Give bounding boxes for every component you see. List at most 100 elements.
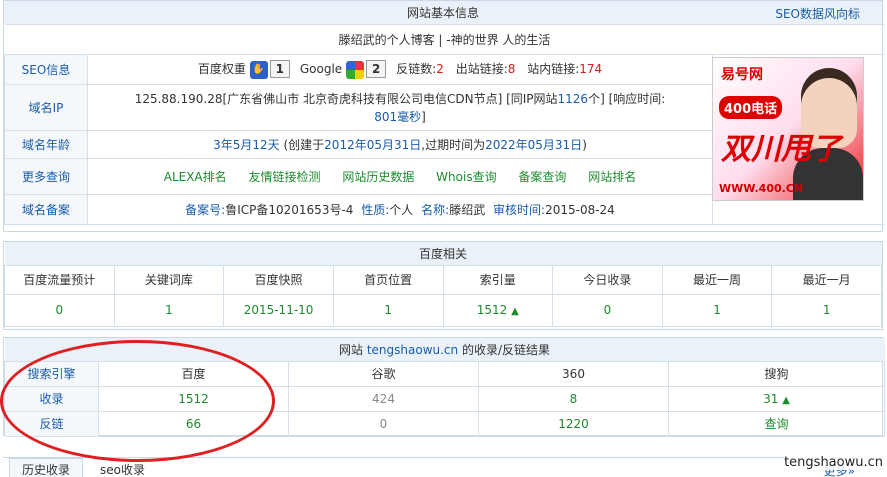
baidu-col-keywords: 关键词库 <box>113 264 225 295</box>
google-label: Google <box>299 62 343 77</box>
basic-info-title: 网站基本信息 <box>406 6 479 20</box>
sogou-index-cell: 31 ▲ <box>667 385 886 412</box>
up-arrow-icon: ▲ <box>782 394 790 406</box>
google-backlink-count[interactable]: 0 <box>288 410 479 437</box>
friend-link-check-link[interactable]: 友情链接检测 <box>248 170 320 184</box>
inlinks-value[interactable]: 174 <box>579 62 602 76</box>
icp-name: 滕绍武 <box>449 203 486 217</box>
icp-date: 2015-08-24 <box>545 203 615 217</box>
seo-info-row: 百度权重 ✋ 1 Google 2 反链数:2 出站链接:8 站内链接:174 <box>87 54 713 85</box>
alexa-rank-link[interactable]: ALEXA排名 <box>164 170 227 184</box>
baidu-week-value: 1 <box>661 293 773 327</box>
backlinks-label: 反链数: <box>396 62 437 77</box>
icp-name-label: 名称: <box>421 203 450 217</box>
baidu-weight-label: 百度权重 <box>197 62 246 77</box>
baidu-col-index: 索引量 <box>442 264 554 295</box>
more-query-row: ALEXA排名 友情链接检测 网站历史数据 Whois查询 备案查询 网站排名 <box>87 158 713 195</box>
icp-label: 域名备案 <box>4 194 88 225</box>
baidu-index-count[interactable]: 1512 <box>98 385 289 412</box>
baidu-index-value[interactable]: 1512 <box>477 303 508 317</box>
icp-row: 备案号:鲁ICP备10201653号-4 性质:个人 名称:滕绍武 审核时间:2… <box>87 194 713 225</box>
icp-nature: 个人 <box>389 203 414 217</box>
age-text-2: ,过期时间为 <box>421 138 486 152</box>
baidu-position-value: 1 <box>332 293 444 327</box>
domain-age-row: 3年5月12天 (创建于2012年05月31日,过期时间为2022年05月31日… <box>87 130 713 159</box>
site-title: 滕绍武的个人博客 | -神的世界 人的生活 <box>4 24 885 55</box>
watermark-text: tengshaowu.cn <box>784 455 883 470</box>
index-title-suffix: 的收录/反链结果 <box>461 342 551 357</box>
more-query-label: 更多查询 <box>4 158 88 195</box>
ad-brand: 易号网 <box>721 67 763 83</box>
outlinks-value[interactable]: 8 <box>508 62 516 76</box>
icp-number: 鲁ICP备10201653号-4 <box>225 203 354 217</box>
360-backlink-count[interactable]: 1220 <box>478 410 669 437</box>
icp-nature-label: 性质: <box>361 203 390 217</box>
baidu-panel: 百度相关 百度流量预计 关键词库 百度快照 首页位置 索引量 今日收录 最近一周… <box>3 241 883 330</box>
same-ip-count[interactable]: 1126 <box>558 92 589 106</box>
baidu-snapshot-value[interactable]: 2015-11-10 <box>223 293 334 327</box>
site-history-link[interactable]: 网站历史数据 <box>342 170 414 184</box>
tab-seo-index[interactable]: seo收录 <box>87 458 158 477</box>
google-pr-value[interactable]: 2 <box>366 60 387 79</box>
up-arrow-icon: ▲ <box>511 306 519 317</box>
sogou-index-count[interactable]: 31 <box>763 392 778 406</box>
google-index-count[interactable]: 424 <box>288 385 479 412</box>
tab-history-index[interactable]: 历史收录 <box>9 458 84 477</box>
baidu-col-snapshot: 百度快照 <box>223 264 334 295</box>
index-panel: 网站 tengshaowu.cn 的收录/反链结果 搜索引擎 百度 谷歌 360… <box>3 337 886 437</box>
ad-tel-badge: 400电话 <box>719 96 783 119</box>
baidu-col-traffic: 百度流量预计 <box>4 264 115 295</box>
engine-sogou: 搜狗 <box>667 360 886 387</box>
domain-age-label: 域名年龄 <box>4 130 88 159</box>
index-panel-header: 网站 tengshaowu.cn 的收录/反链结果 <box>4 338 885 361</box>
index-domain-link[interactable]: tengshaowu.cn <box>367 343 458 357</box>
baidu-panel-title: 百度相关 <box>418 246 467 261</box>
baidu-traffic-value: 0 <box>4 293 115 327</box>
baidu-col-position: 首页位置 <box>332 264 444 295</box>
engine-header: 搜索引擎 <box>4 360 99 387</box>
ip-text: 125.88.190.28[广东省佛山市 北京奇虎科技有限公司电信CDN节点] … <box>134 91 558 106</box>
icp-query-link[interactable]: 备案查询 <box>518 170 566 184</box>
inlinks-label: 站内链接: <box>527 62 580 77</box>
icp-no-label: 备案号: <box>185 203 226 217</box>
baidu-paw-icon: ✋ <box>249 60 268 79</box>
age-text-3: ) <box>582 138 587 152</box>
360-index-count[interactable]: 8 <box>478 385 669 412</box>
history-tabs: 历史收录 seo收录 更多» <box>3 457 883 477</box>
basic-info-header: 网站基本信息 <box>4 1 882 24</box>
response-time: 801毫秒 <box>374 109 422 124</box>
whois-link[interactable]: Whois查询 <box>436 170 496 184</box>
ad-url: WWW.400.CN <box>719 182 804 195</box>
baidu-today-value: 0 <box>552 293 663 327</box>
ad-headline: 双川甩了 <box>721 132 841 167</box>
icp-date-label: 审核时间: <box>493 203 546 217</box>
outlinks-label: 出站链接: <box>455 62 508 77</box>
seo-info-label: SEO信息 <box>4 54 88 85</box>
baidu-col-today: 今日收录 <box>552 264 663 295</box>
baidu-backlink-count[interactable]: 66 <box>98 410 289 437</box>
site-rank-link[interactable]: 网站排名 <box>588 170 636 184</box>
index-row: 收录 1512 424 8 31 ▲ <box>4 385 886 412</box>
backlink-row-label: 反链 <box>4 410 99 437</box>
index-row-label: 收录 <box>4 385 99 412</box>
ad-banner[interactable]: 易号网 400电话 双川甩了 WWW.400.CN <box>712 57 864 201</box>
domain-ip-row: 125.88.190.28[广东省佛山市 北京奇虎科技有限公司电信CDN节点] … <box>87 84 713 131</box>
baidu-weight-value[interactable]: 1 <box>269 60 291 79</box>
ip-text-3: ] <box>421 109 426 124</box>
age-text-1: (创建于 <box>283 138 325 152</box>
engine-baidu: 百度 <box>98 360 289 387</box>
baidu-index-cell: 1512 ▲ <box>442 293 554 327</box>
ip-text-2: 个] [响应时间: <box>588 91 666 106</box>
engine-google: 谷歌 <box>288 360 479 387</box>
backlinks-value[interactable]: 2 <box>436 62 444 76</box>
backlink-row: 反链 66 0 1220 查询 <box>4 410 886 437</box>
baidu-header-row: 百度流量预计 关键词库 百度快照 首页位置 索引量 今日收录 最近一周 最近一月 <box>4 264 882 295</box>
baidu-keywords-value[interactable]: 1 <box>113 293 225 327</box>
baidu-col-week: 最近一周 <box>661 264 773 295</box>
google-pagerank-icon <box>346 60 364 79</box>
baidu-col-month: 最近一月 <box>771 264 882 295</box>
sogou-backlink-query[interactable]: 查询 <box>667 410 886 437</box>
baidu-month-value: 1 <box>771 293 882 327</box>
domain-age-value: 3年5月12天 <box>213 138 280 152</box>
seo-trend-link[interactable]: SEO数据风向标 <box>775 5 860 22</box>
